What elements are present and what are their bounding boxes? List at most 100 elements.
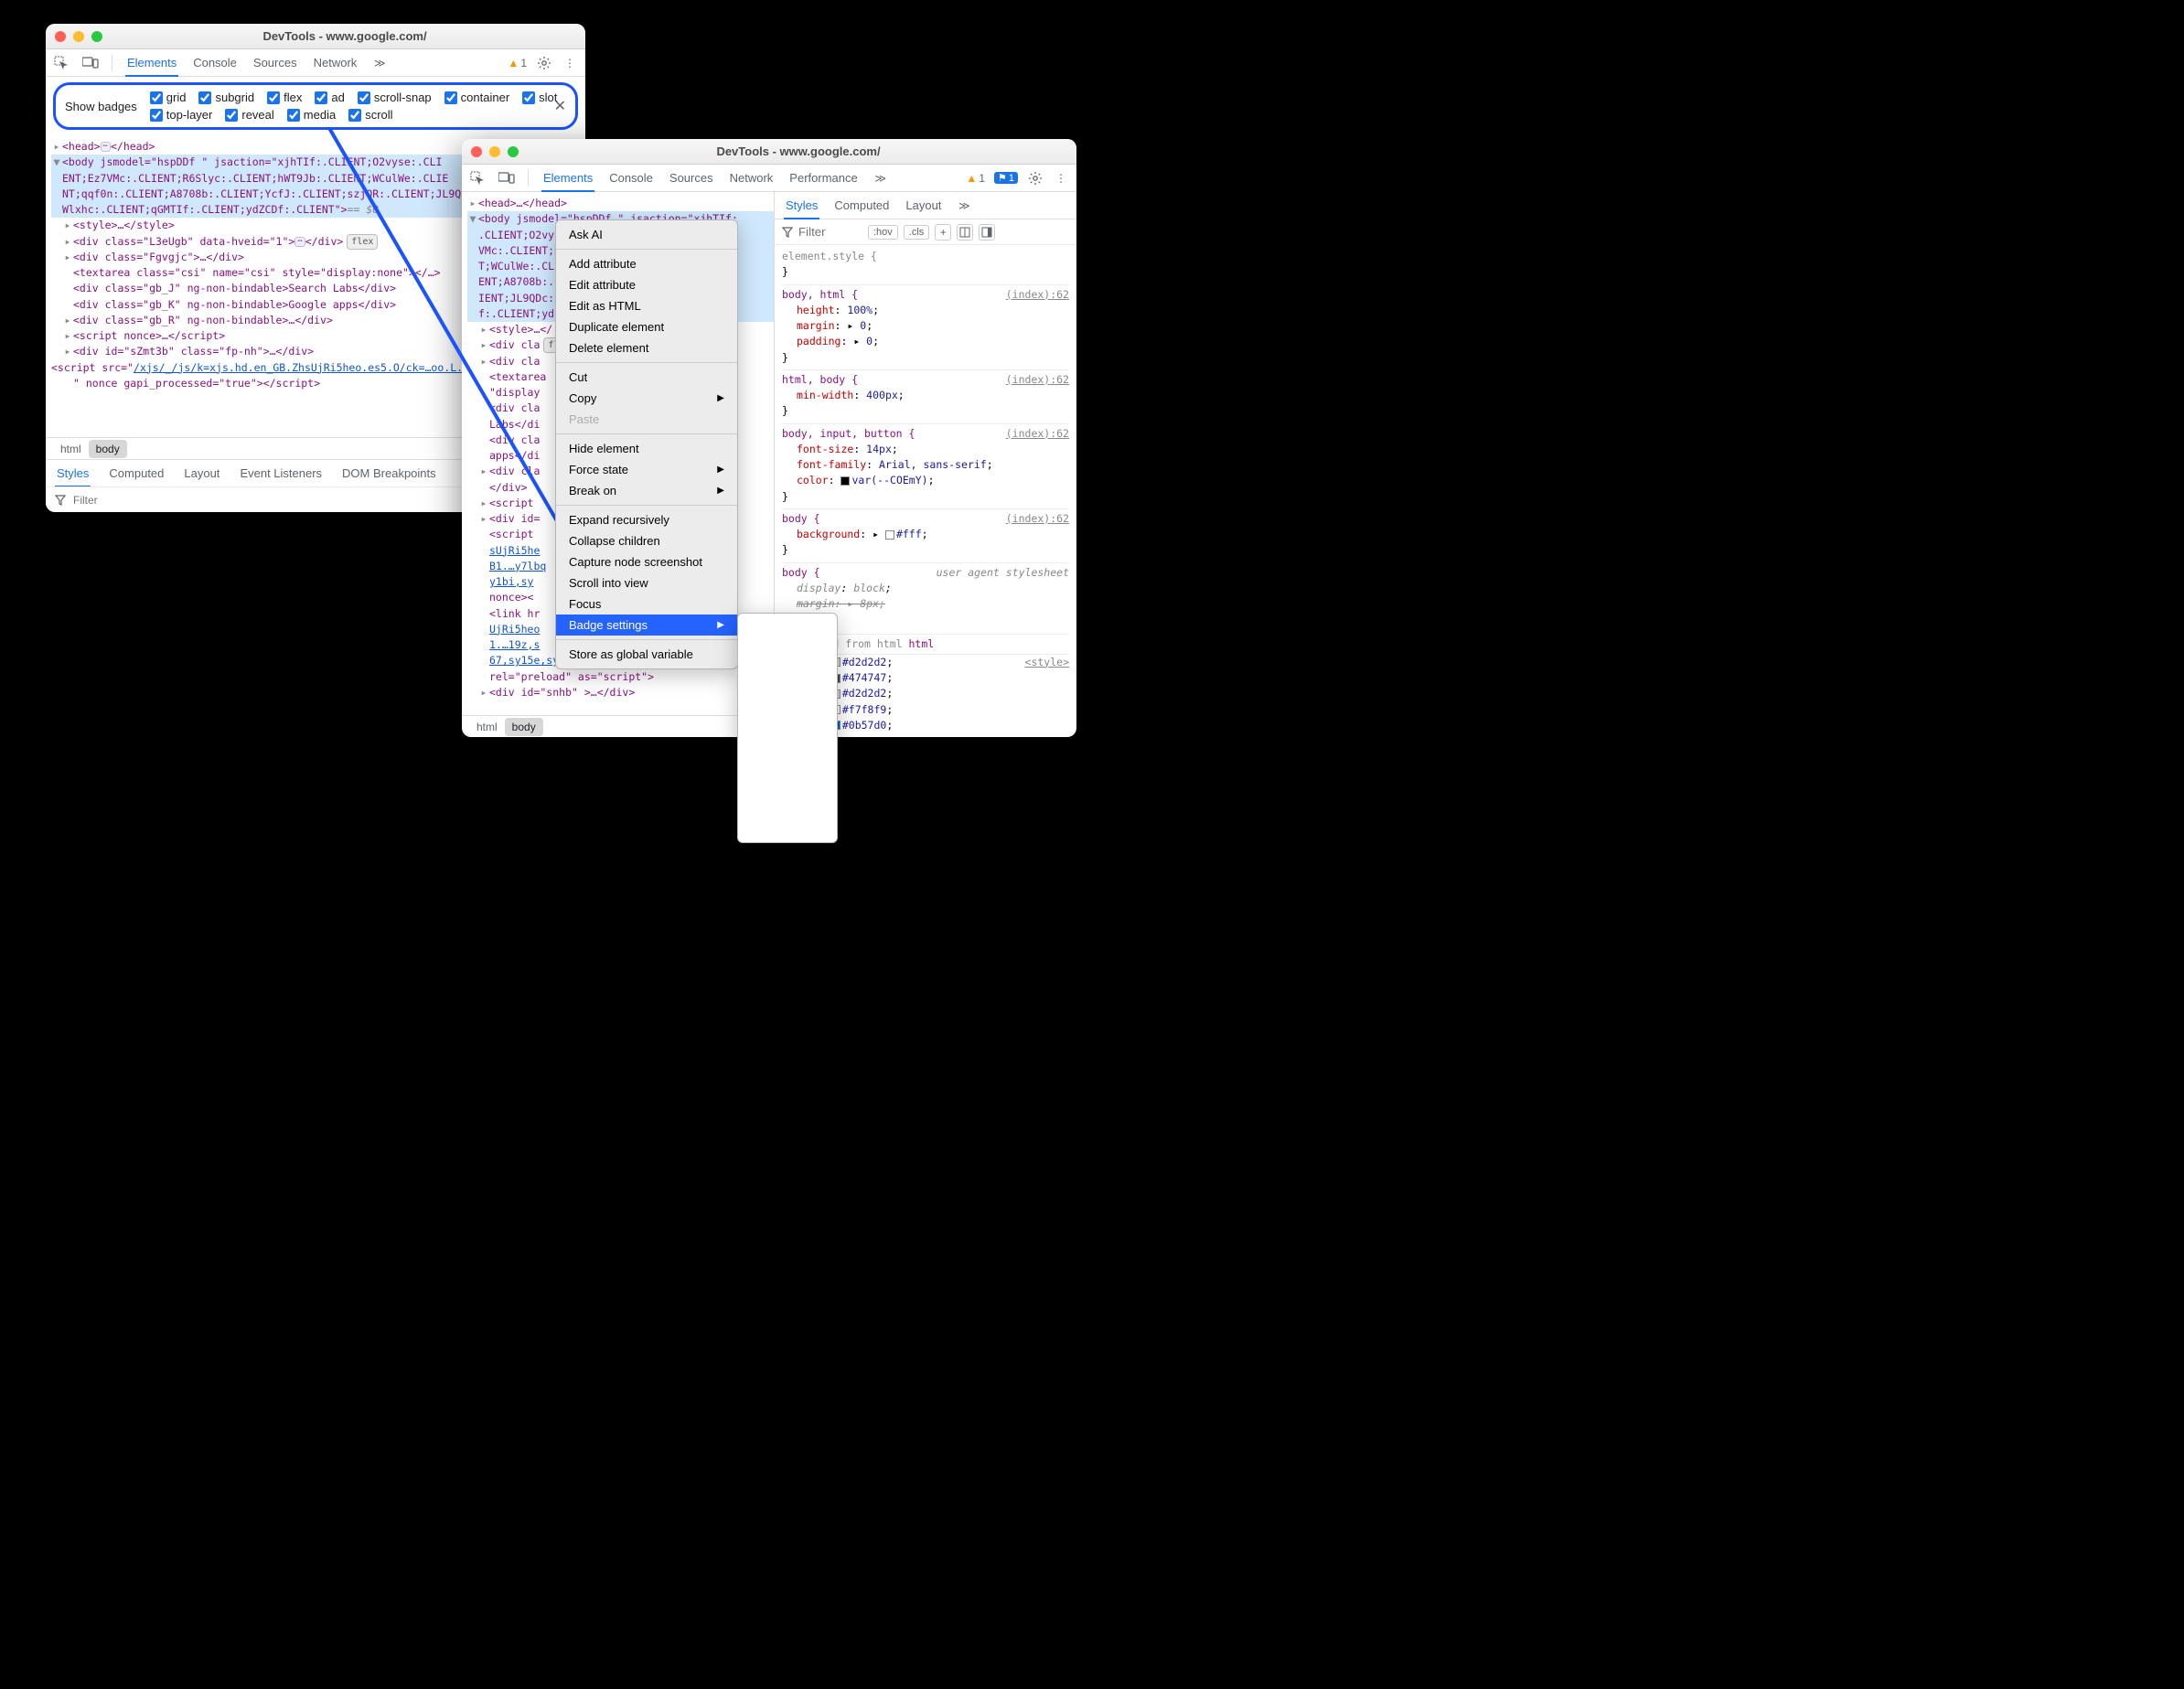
sub-top-layer[interactable]: ✓top-layer (738, 758, 837, 778)
subtab-layout[interactable]: Layout (904, 193, 943, 218)
sub-media[interactable]: ✓media (738, 798, 837, 818)
subtab-computed[interactable]: Computed (107, 461, 166, 486)
dom-head[interactable]: <head>…</head> (478, 196, 567, 211)
warnings-badge[interactable]: ▲1 (966, 172, 985, 185)
ctx-copy[interactable]: Copy▶ (556, 388, 737, 409)
dom-div-gbj[interactable]: <div class="gb_J" ng-non-bindable>Search… (73, 281, 396, 296)
sub-slot[interactable]: ✓slot (738, 738, 837, 758)
minimize-icon[interactable] (489, 146, 500, 157)
dom-div-szmt3b[interactable]: <div id="sZmt3b" class="fp-nh">…</div> (73, 344, 314, 359)
src-link[interactable]: (index):62 (1006, 511, 1069, 527)
ctx-badge-settings[interactable]: Badge settings▶ ✓grid ✓subgrid ✓flex ✓ad… (556, 615, 737, 636)
ctx-collapse[interactable]: Collapse children (556, 530, 737, 551)
ellipsis-icon[interactable]: ⋯ (294, 237, 305, 247)
ctx-expand[interactable]: Expand recursively (556, 509, 737, 530)
gear-icon[interactable] (1027, 170, 1044, 187)
crumb-body[interactable]: body (89, 440, 127, 458)
close-icon[interactable] (55, 31, 66, 42)
more-tabs-icon[interactable]: ≫ (956, 198, 972, 214)
zoom-icon[interactable] (91, 31, 102, 42)
cb-container[interactable]: container (444, 91, 509, 104)
cb-media[interactable]: media (287, 108, 336, 122)
more-tabs-icon[interactable]: ≫ (371, 55, 388, 71)
sub-scroll[interactable]: ✓scroll (738, 818, 837, 839)
subtab-computed[interactable]: Computed (832, 193, 891, 218)
kebab-icon[interactable]: ⋮ (562, 55, 578, 71)
tab-console[interactable]: Console (607, 166, 655, 190)
tab-network[interactable]: Network (728, 166, 776, 190)
cb-grid[interactable]: grid (150, 91, 187, 104)
issues-badge[interactable]: ⚑1 (994, 172, 1018, 184)
badge-submenu[interactable]: ✓grid ✓subgrid ✓flex ✓ad ✓scroll-snap ✓c… (737, 613, 838, 843)
dom-style[interactable]: <style>…</ (489, 322, 552, 337)
hov-toggle[interactable]: :hov (868, 225, 898, 240)
crumb-html[interactable]: html (53, 440, 89, 458)
sub-subgrid[interactable]: ✓subgrid (738, 637, 837, 657)
inspect-icon[interactable] (53, 55, 70, 71)
subtab-dom-breakpoints[interactable]: DOM Breakpoints (340, 461, 438, 486)
ctx-scroll-into-view[interactable]: Scroll into view (556, 572, 737, 593)
sub-reveal[interactable]: ✓reveal (738, 778, 837, 798)
ctx-cut[interactable]: Cut (556, 367, 737, 388)
sub-scroll-snap[interactable]: ✓scroll-snap (738, 698, 837, 718)
cb-slot[interactable]: slot (522, 91, 557, 104)
ctx-duplicate[interactable]: Duplicate element (556, 316, 737, 337)
ctx-focus[interactable]: Focus (556, 593, 737, 615)
ctx-break-on[interactable]: Break on▶ (556, 480, 737, 501)
cb-ad[interactable]: ad (315, 91, 344, 104)
ctx-force-state[interactable]: Force state▶ (556, 459, 737, 480)
ctx-ask-ai[interactable]: Ask AI (556, 224, 737, 245)
subtab-styles[interactable]: Styles (784, 193, 819, 219)
ctx-edit-as-html[interactable]: Edit as HTML (556, 295, 737, 316)
src-link[interactable]: (index):62 (1006, 426, 1069, 442)
tab-console[interactable]: Console (191, 50, 239, 75)
tab-network[interactable]: Network (312, 50, 359, 75)
cb-scroll[interactable]: scroll (348, 108, 392, 122)
close-icon[interactable]: ✕ (554, 97, 566, 115)
zoom-icon[interactable] (508, 146, 519, 157)
dom-textarea[interactable]: <textarea class="csi" name="csi" style="… (73, 265, 441, 281)
src-link[interactable]: (index):62 (1006, 287, 1069, 303)
element-style-rule[interactable]: element.style { (782, 250, 877, 262)
sub-grid[interactable]: ✓grid (738, 617, 837, 637)
ctx-add-attribute[interactable]: Add attribute (556, 253, 737, 274)
device-icon[interactable] (498, 170, 515, 187)
tab-elements[interactable]: Elements (541, 166, 594, 192)
sub-flex[interactable]: ✓flex (738, 657, 837, 678)
dom-div-gbk[interactable]: <div class="gb_K" ng-non-bindable>Google… (73, 297, 396, 313)
minimize-icon[interactable] (73, 31, 84, 42)
close-icon[interactable] (471, 146, 482, 157)
tab-sources[interactable]: Sources (252, 50, 299, 75)
flex-badge[interactable]: flex (347, 234, 378, 250)
dom-script-nonce[interactable]: <script nonce>…</script> (73, 328, 225, 344)
new-style-rule-icon[interactable]: + (935, 224, 951, 241)
src-link[interactable]: <style> (1025, 655, 1069, 670)
toggle-pane-icon[interactable] (979, 224, 995, 241)
gear-icon[interactable] (536, 55, 552, 71)
crumb-html[interactable]: html (469, 718, 505, 736)
dom-div-l3eugb[interactable]: <div class="L3eUgb" data-hveid="1"> (73, 234, 294, 250)
ellipsis-icon[interactable]: ⋯ (101, 142, 111, 152)
subtab-event-listeners[interactable]: Event Listeners (238, 461, 324, 486)
dom-div-fgvgjc[interactable]: <div class="Fgvgjc">…</div> (73, 250, 244, 265)
subtab-layout[interactable]: Layout (182, 461, 221, 486)
cb-top-layer[interactable]: top-layer (150, 108, 213, 122)
more-tabs-icon[interactable]: ≫ (873, 170, 889, 187)
dom-div[interactable]: <div cla (489, 337, 540, 353)
dom-style[interactable]: <style>…</style> (73, 218, 175, 233)
cb-scroll-snap[interactable]: scroll-snap (358, 91, 432, 104)
crumb-body[interactable]: body (505, 718, 543, 736)
context-menu[interactable]: Ask AI Add attribute Edit attribute Edit… (555, 219, 738, 669)
cb-flex[interactable]: flex (267, 91, 302, 104)
sub-container[interactable]: ✓container (738, 718, 837, 738)
tab-performance[interactable]: Performance (787, 166, 859, 190)
computed-sidebar-icon[interactable] (957, 224, 973, 241)
subtab-styles[interactable]: Styles (55, 461, 91, 487)
cb-reveal[interactable]: reveal (225, 108, 273, 122)
ctx-edit-attribute[interactable]: Edit attribute (556, 274, 737, 295)
ctx-hide[interactable]: Hide element (556, 438, 737, 459)
kebab-icon[interactable]: ⋮ (1053, 170, 1069, 187)
cb-subgrid[interactable]: subgrid (198, 91, 254, 104)
device-icon[interactable] (82, 55, 99, 71)
dom-div-gbr[interactable]: <div class="gb_R" ng-non-bindable>…</div… (73, 313, 333, 328)
